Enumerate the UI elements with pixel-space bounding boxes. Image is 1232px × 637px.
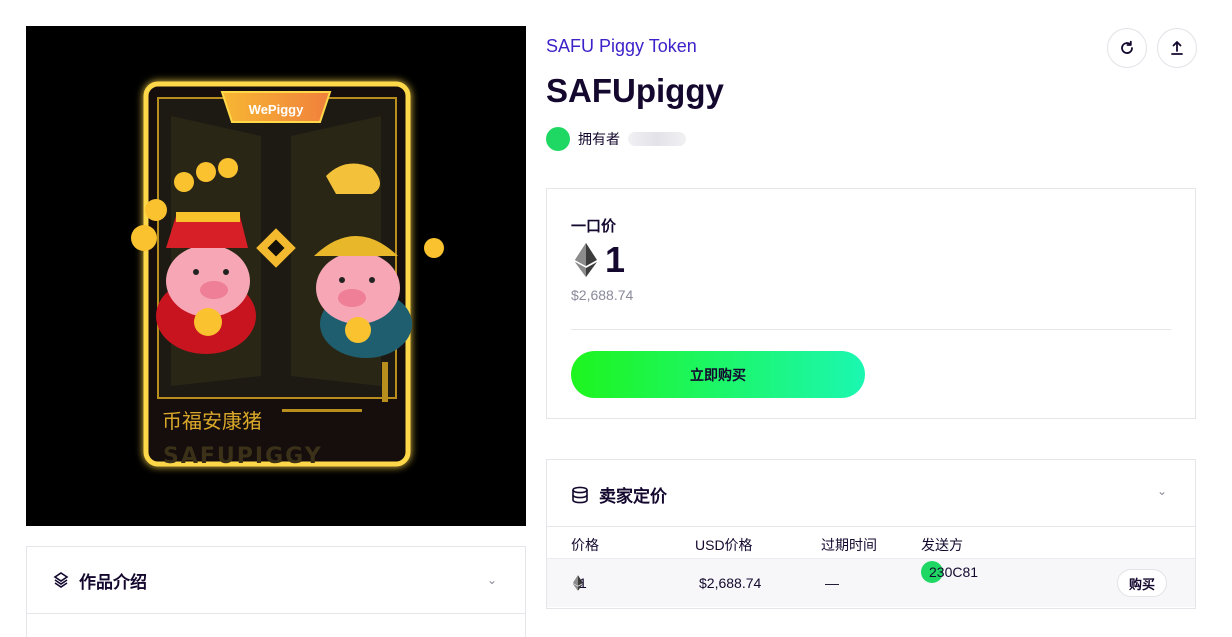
divider: [571, 329, 1171, 330]
buy-now-button[interactable]: 立即购买: [571, 351, 865, 398]
owner-row: 拥有者: [546, 127, 686, 151]
listings-header[interactable]: 卖家定价: [571, 482, 667, 507]
badge-text: WePiggy: [249, 102, 304, 117]
row-price: 1: [573, 575, 587, 591]
price-row: 1: [575, 239, 625, 281]
column-expiry: 过期时间: [821, 537, 877, 553]
fixed-price-label: 一口价: [571, 218, 617, 235]
row-usd-price: $2,688.74: [699, 575, 762, 591]
nft-artwork[interactable]: WePiggy 币福安康猪 SAFUPIGGY: [26, 26, 526, 526]
owner-avatar[interactable]: [546, 127, 570, 151]
price-card: 一口价 1 $2,688.74 立即购买: [546, 188, 1196, 419]
row-buy-button[interactable]: 购买: [1117, 569, 1167, 597]
row-expiry: —: [825, 575, 839, 591]
price-usd: $2,688.74: [571, 287, 634, 303]
nft-image: WePiggy 币福安康猪 SAFUPIGGY: [26, 26, 526, 526]
listings-table-header: 价格 USD价格 过期时间 发送方: [547, 526, 1195, 559]
owner-label: 拥有者: [578, 131, 620, 147]
owner-name-redacted[interactable]: [628, 132, 686, 146]
database-icon: [572, 486, 588, 503]
table-row: 1 $2,688.74 — 230C81 购买: [547, 558, 1195, 607]
row-price-value: 1: [579, 575, 587, 591]
collection-link[interactable]: SAFU Piggy Token: [546, 36, 697, 57]
refresh-icon: [1121, 40, 1133, 54]
listings-panel: 卖家定价 ⌄ 价格 USD价格 过期时间 发送方 1 $2,688.74 — 2…: [546, 459, 1196, 609]
chevron-down-icon[interactable]: ⌄: [487, 573, 497, 587]
listings-title: 卖家定价: [599, 487, 667, 506]
caption-english: SAFUPIGGY: [163, 444, 323, 469]
column-usd-price: USD价格: [695, 537, 753, 553]
nft-title: SAFUpiggy: [546, 72, 724, 109]
description-title: 作品介绍: [79, 572, 147, 592]
caption-chinese: 币福安康猪: [162, 409, 262, 433]
description-panel: 作品介绍 ⌄: [26, 546, 526, 637]
column-price: 价格: [571, 537, 599, 553]
refresh-button[interactable]: [1107, 28, 1147, 68]
ethereum-icon: [575, 243, 597, 277]
price-eth: 1: [605, 239, 626, 280]
upload-icon: [1171, 41, 1183, 55]
share-button[interactable]: [1157, 28, 1197, 68]
chevron-down-icon[interactable]: ⌄: [1157, 484, 1167, 498]
layers-icon: [53, 572, 69, 588]
description-header[interactable]: 作品介绍 ⌄: [27, 547, 525, 614]
column-from: 发送方: [921, 537, 963, 553]
sender-address[interactable]: 230C81: [929, 564, 978, 580]
